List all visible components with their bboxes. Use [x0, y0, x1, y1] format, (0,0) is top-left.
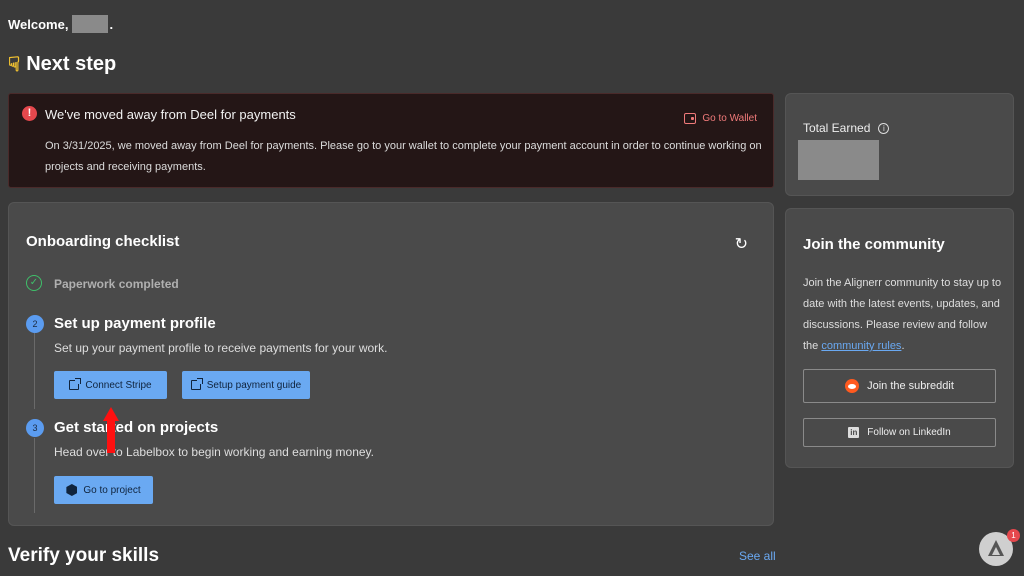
redacted-username	[72, 15, 109, 33]
payment-profile-step-title: Set up payment profile	[54, 315, 216, 332]
go-to-wallet-button[interactable]: Go to Wallet	[684, 113, 757, 124]
external-link-icon	[190, 378, 203, 390]
paperwork-step-label: Paperwork completed	[54, 277, 179, 291]
welcome-label: Welcome,	[8, 16, 69, 32]
payment-profile-step-description: Set up your payment profile to receive p…	[54, 341, 388, 355]
community-rules-link[interactable]: community rules	[821, 340, 901, 352]
total-earned-card: Total Earned i	[785, 93, 1014, 196]
go-to-wallet-label: Go to Wallet	[702, 113, 757, 124]
projects-step-description: Head over to Labelbox to begin working a…	[54, 445, 374, 459]
go-to-project-button[interactable]: Go to project	[54, 476, 153, 504]
next-step-title: Next step	[26, 53, 117, 75]
redacted-earnings-amount	[798, 140, 879, 180]
step-connector-line	[34, 333, 35, 409]
total-earned-label: Total Earned	[803, 121, 871, 135]
external-link-icon	[69, 378, 82, 390]
connect-stripe-label: Connect Stripe	[85, 379, 152, 391]
refresh-icon[interactable]: ↻	[735, 234, 748, 254]
community-description-period: .	[901, 340, 905, 352]
follow-linkedin-label: Follow on LinkedIn	[867, 427, 951, 438]
notification-badge: 1	[1007, 529, 1020, 542]
see-all-link[interactable]: See all	[739, 549, 776, 563]
welcome-period: .	[109, 16, 114, 32]
step-number-3: 3	[26, 419, 44, 437]
step-number-2: 2	[26, 315, 44, 333]
linkedin-icon: in	[848, 427, 860, 438]
check-circle-icon: ✓	[26, 275, 42, 291]
red-arrow-annotation	[103, 407, 119, 453]
reddit-icon	[845, 379, 860, 393]
go-to-project-label: Go to project	[83, 484, 141, 496]
setup-payment-guide-label: Setup payment guide	[206, 379, 302, 391]
info-icon[interactable]: i	[878, 122, 890, 134]
alignerr-logo-icon	[988, 540, 1004, 556]
verify-skills-title: Verify your skills	[8, 545, 160, 566]
pointing-hand-icon: ☟	[8, 54, 21, 76]
wallet-icon	[684, 113, 697, 124]
join-subreddit-label: Join the subreddit	[867, 380, 954, 392]
follow-linkedin-button[interactable]: in Follow on LinkedIn	[803, 418, 996, 447]
checklist-title: Onboarding checklist	[26, 233, 180, 250]
next-step-heading: ☟ Next step	[8, 52, 116, 77]
connect-stripe-button[interactable]: Connect Stripe	[54, 371, 167, 399]
projects-step-title: Get started on projects	[54, 419, 219, 436]
community-description: Join the Alignerr community to stay up t…	[803, 273, 1003, 357]
alert-title: We've moved away from Deel for payments	[45, 107, 296, 122]
labelbox-icon	[66, 484, 78, 496]
step-connector-line	[34, 438, 35, 513]
community-title: Join the community	[803, 236, 945, 253]
alert-icon: !	[22, 106, 37, 121]
alert-body: On 3/31/2025, we moved away from Deel fo…	[45, 140, 762, 173]
setup-payment-guide-button[interactable]: Setup payment guide	[182, 371, 310, 399]
welcome-message: Welcome, .	[8, 15, 113, 33]
community-card: Join the community Join the Alignerr com…	[785, 208, 1014, 468]
deel-payment-alert: ! We've moved away from Deel for payment…	[8, 93, 774, 188]
onboarding-checklist-card: Onboarding checklist ↻ ✓ Paperwork compl…	[8, 202, 774, 526]
total-earned-heading: Total Earned i	[803, 121, 890, 135]
join-subreddit-button[interactable]: Join the subreddit	[803, 369, 996, 403]
